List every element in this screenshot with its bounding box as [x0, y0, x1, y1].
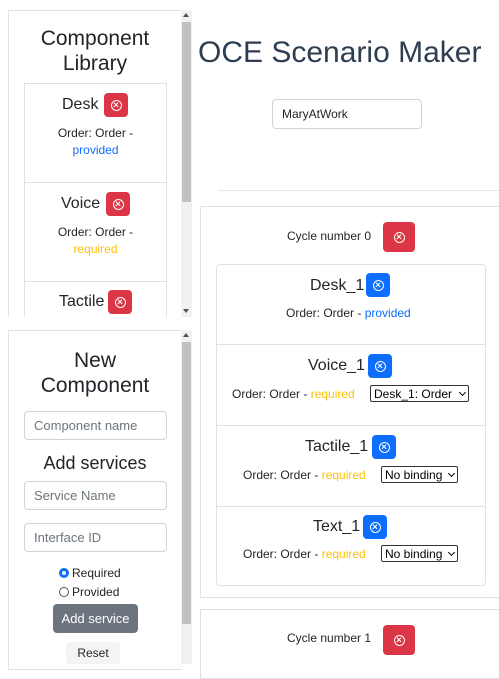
cycle-component-name: Text_1	[313, 518, 361, 535]
service-name-input[interactable]: Service Name	[24, 481, 167, 510]
scroll-down-arrow-icon[interactable]	[183, 309, 189, 313]
delete-cycle-button[interactable]	[383, 222, 415, 252]
section-divider	[218, 190, 499, 191]
scenario-name-input[interactable]: MaryAtWork	[272, 99, 422, 129]
chevron-down-icon	[447, 548, 456, 556]
cycle-component-voice-1: Voice_1 Order: Order - required Desk_1: …	[216, 345, 486, 425]
cycle-label: Cycle number 0	[287, 229, 372, 243]
page-title: OCE Scenario Maker	[198, 36, 482, 69]
circle-x-icon	[378, 441, 390, 453]
binding-select-value: No binding	[385, 546, 443, 561]
cycle-component-name: Voice_1	[308, 357, 365, 374]
new-component-title-line2: Component	[40, 374, 150, 397]
cycle-component-order: Order: Order - required	[243, 468, 366, 482]
library-item-name: Desk	[62, 96, 99, 113]
circle-x-icon	[369, 521, 381, 533]
circle-x-icon	[372, 279, 384, 291]
cycle-component-order: Order: Order - provided	[286, 306, 411, 320]
new-component-scrollbar-thumb[interactable]	[182, 342, 191, 624]
cycle-component-order: Order: Order - required	[232, 387, 355, 401]
panel-clip	[8, 317, 186, 327]
cycle-label: Cycle number 1	[287, 631, 372, 645]
chevron-down-icon	[458, 388, 467, 396]
delete-desk-button[interactable]	[104, 93, 128, 117]
cycle-component-name: Desk_1	[310, 277, 365, 294]
chevron-down-icon	[447, 469, 456, 477]
new-component-title-line1: New	[73, 349, 116, 372]
order-text: Order: Order -	[243, 468, 319, 482]
binding-select-value: No binding	[385, 467, 443, 482]
library-item-order: Order: Order - provided	[24, 125, 167, 159]
radio-required-row[interactable]: Required	[59, 566, 121, 580]
new-component-title: New Component	[8, 348, 182, 398]
library-title-line2: Library	[62, 52, 128, 75]
radio-provided-label: Provided	[72, 585, 120, 599]
library-item-name: Voice	[61, 195, 101, 212]
remove-text-1-button[interactable]	[363, 515, 387, 539]
scroll-up-arrow-icon[interactable]	[183, 13, 189, 17]
order-kind-required: required	[321, 547, 366, 561]
remove-voice-1-button[interactable]	[368, 354, 392, 378]
binding-select[interactable]: No binding	[381, 466, 458, 483]
order-text: Order: Order -	[57, 126, 134, 140]
order-kind-required: required	[310, 387, 355, 401]
delete-tactile-button[interactable]	[108, 290, 132, 314]
cycle-component-text-1: Text_1 Order: Order - required No bindin…	[216, 507, 486, 586]
library-title-line1: Component	[40, 27, 150, 50]
cycle-component-tactile-1: Tactile_1 Order: Order - required No bin…	[216, 426, 486, 506]
circle-x-icon	[110, 99, 122, 111]
order-text: Order: Order -	[232, 387, 308, 401]
radio-required-label: Required	[72, 566, 121, 580]
remove-tactile-1-button[interactable]	[372, 435, 396, 459]
remove-desk-1-button[interactable]	[366, 273, 390, 297]
order-kind-provided: provided	[72, 143, 119, 157]
order-text: Order: Order -	[286, 306, 362, 320]
order-text: Order: Order -	[243, 547, 319, 561]
binding-select[interactable]: No binding	[381, 545, 458, 562]
order-text: Order: Order -	[57, 225, 134, 239]
order-kind-required: required	[73, 242, 118, 256]
order-kind-required: required	[321, 468, 366, 482]
radio-provided-row[interactable]: Provided	[59, 585, 119, 599]
circle-x-icon	[114, 296, 126, 308]
order-kind-provided: provided	[364, 306, 411, 320]
radio-provided[interactable]	[59, 587, 69, 597]
scroll-up-arrow-icon[interactable]	[183, 333, 189, 337]
circle-x-icon	[374, 360, 386, 372]
add-services-heading: Add services	[43, 453, 147, 473]
add-service-button[interactable]: Add service	[53, 604, 138, 633]
circle-x-icon	[112, 198, 124, 210]
library-item-name: Tactile	[59, 293, 105, 310]
library-scrollbar-thumb[interactable]	[182, 22, 191, 202]
delete-cycle-button[interactable]	[383, 625, 415, 655]
interface-id-input[interactable]: Interface ID	[24, 523, 167, 552]
library-item-desk[interactable]: Desk Order: Order - provided	[24, 83, 167, 182]
cycle-component-desk-1: Desk_1 Order: Order - provided	[216, 264, 486, 344]
cycle-component-order: Order: Order - required	[243, 547, 366, 561]
binding-select-value: Desk_1: Order	[374, 386, 453, 401]
library-item-voice[interactable]: Voice Order: Order - required	[24, 183, 167, 281]
delete-voice-button[interactable]	[106, 192, 130, 216]
library-item-tactile[interactable]: Tactile	[24, 282, 167, 317]
radio-required[interactable]	[59, 568, 69, 578]
library-item-order: Order: Order - required	[24, 224, 167, 258]
component-name-input[interactable]: Component name	[24, 411, 167, 440]
circle-x-icon	[393, 634, 405, 646]
binding-select[interactable]: Desk_1: Order	[370, 385, 469, 402]
cycle-component-name: Tactile_1	[305, 438, 369, 455]
circle-x-icon	[393, 231, 405, 243]
library-title: Component Library	[8, 26, 182, 76]
reset-button[interactable]: Reset	[66, 642, 120, 664]
